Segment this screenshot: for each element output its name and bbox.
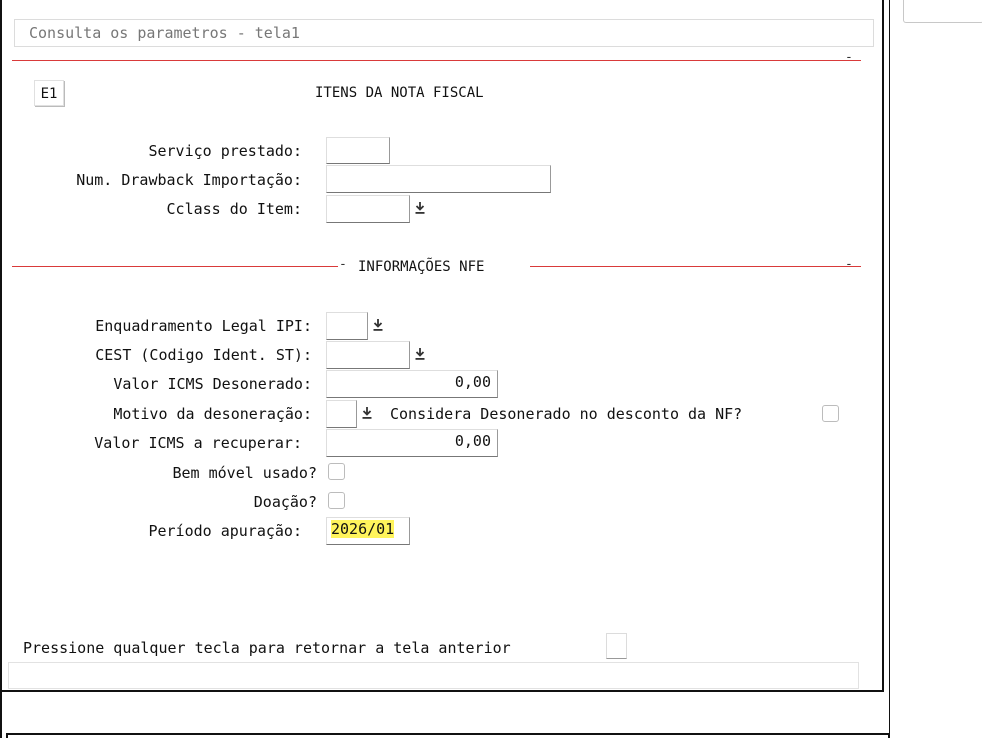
bem-movel-checkbox[interactable]: [328, 463, 345, 480]
icms-desonerado-label: Valor ICMS Desonerado:: [113, 375, 312, 393]
screen-code-badge[interactable]: E1: [34, 80, 64, 106]
nfe-separator-left: [12, 266, 338, 267]
cest-label: CEST (Codigo Ident. ST):: [95, 346, 312, 364]
section-title-itens: ITENS DA NOTA FISCAL: [315, 85, 484, 101]
considera-checkbox[interactable]: [822, 405, 839, 422]
enquadramento-field[interactable]: [326, 312, 368, 340]
next-window-edge: [6, 733, 890, 738]
section-title-nfe: INFORMAÇÕES NFE: [358, 259, 485, 275]
left-edge: [0, 692, 2, 738]
cest-dropdown-icon[interactable]: [414, 347, 426, 361]
icms-recuperar-label: Valor ICMS a recuperar:: [94, 434, 302, 452]
periodo-label: Período apuração:: [148, 522, 302, 540]
considera-label: Considera Desonerado no desconto da NF?: [390, 405, 743, 423]
drawback-field[interactable]: [326, 165, 551, 193]
cclass-label: Cclass do Item:: [166, 200, 302, 218]
servico-label: Serviço prestado:: [148, 142, 302, 160]
window-title: Consulta os parametros - tela1: [14, 19, 874, 47]
bem-movel-label: Bem móvel usado?: [172, 464, 318, 482]
periodo-value: 2026/01: [331, 520, 395, 538]
vertical-divider: [889, 0, 890, 738]
drawback-label: Num. Drawback Importação:: [76, 171, 302, 189]
nfe-separator-right: [530, 266, 861, 267]
command-line-input[interactable]: [8, 662, 859, 689]
motivo-field[interactable]: [326, 400, 357, 428]
doacao-checkbox[interactable]: [328, 492, 345, 509]
motivo-label: Motivo da desoneração:: [113, 405, 312, 423]
header-separator: [12, 60, 861, 61]
doacao-label: Doação?: [253, 493, 317, 511]
cclass-field[interactable]: [326, 195, 410, 223]
enquadramento-label: Enquadramento Legal IPI:: [95, 317, 312, 335]
cest-field[interactable]: [326, 341, 410, 369]
side-panel-box[interactable]: [903, 0, 982, 23]
keypress-input[interactable]: [606, 633, 627, 659]
dash-marker: -: [339, 257, 347, 272]
icms-recuperar-field[interactable]: 0,00: [326, 429, 498, 457]
enquadramento-dropdown-icon[interactable]: [372, 318, 384, 332]
dash-marker: -: [845, 257, 853, 272]
servico-field[interactable]: [326, 137, 390, 164]
icms-desonerado-field[interactable]: 0,00: [326, 370, 498, 398]
dash-marker: -: [845, 50, 853, 65]
periodo-field[interactable]: 2026/01: [326, 517, 410, 545]
cclass-dropdown-icon[interactable]: [414, 201, 426, 215]
return-prompt: Pressione qualquer tecla para retornar a…: [23, 639, 511, 657]
motivo-dropdown-icon[interactable]: [361, 406, 373, 420]
